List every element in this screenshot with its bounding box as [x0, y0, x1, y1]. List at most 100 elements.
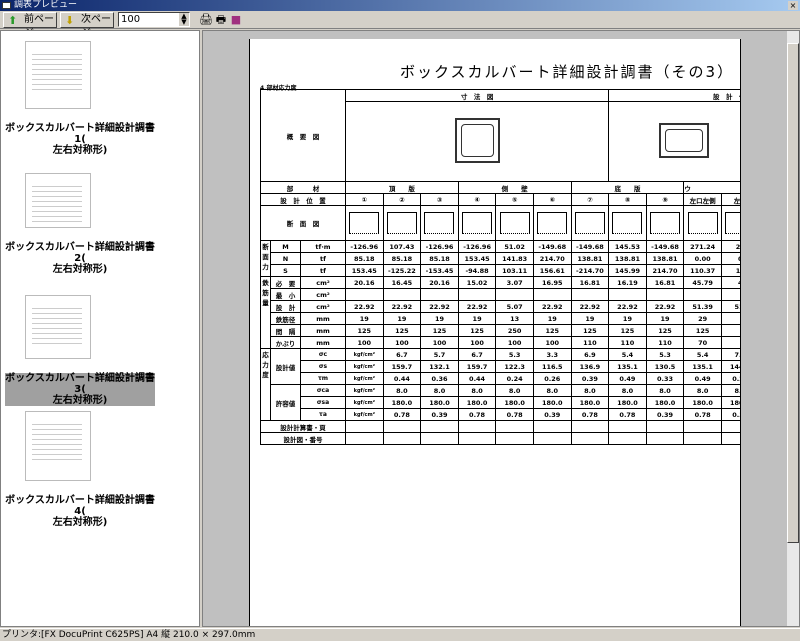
overview-label: 概 要 図 — [260, 89, 346, 182]
row-unit: tf — [300, 252, 346, 265]
thumbnail-item[interactable]: ボックスカルバート詳細設計調書3(左右対称形) — [1, 293, 199, 413]
value-cell: 85.18 — [382, 252, 422, 265]
value-cell: 125 — [683, 324, 722, 337]
calc-page-row-label: 設計計算書・頁 — [260, 420, 346, 433]
section-cell — [345, 205, 384, 241]
thumbnail-label[interactable]: ボックスカルバート詳細設計調書2(左右対称形) — [5, 242, 155, 275]
value-cell: 45.79 — [683, 276, 722, 289]
value-cell: 19 — [457, 312, 497, 325]
thumbnail-page-image[interactable] — [25, 173, 91, 228]
value-cell: -149.68 — [570, 240, 610, 253]
value-cell: 3.07 — [495, 276, 534, 289]
next-page-button[interactable]: ⬇次ページ — [60, 12, 114, 39]
thumbnail-item[interactable]: ボックスカルバート詳細設計調書1(左右対称形) — [1, 39, 199, 159]
value-cell: 22.92 — [645, 300, 685, 313]
section-cell — [683, 205, 722, 241]
row-subgroup-label: 設計値 — [270, 348, 301, 385]
thumbnail-page-image[interactable] — [25, 411, 91, 481]
value-cell: 22.92 — [345, 300, 384, 313]
value-cell — [608, 420, 647, 433]
section-cell — [420, 205, 459, 241]
value-cell: 0.78 — [608, 408, 647, 421]
section-drawing — [499, 212, 530, 234]
dimension-drawing-cell — [344, 101, 610, 182]
value-cell: 180.0 — [532, 396, 572, 409]
value-cell: 8.0 — [532, 384, 572, 397]
table-row: τa kgf/cm² 0.78 0.39 0.78 0.78 0.39 0.78 0.78 0.3… — [261, 408, 768, 421]
thumbnail-page-image[interactable] — [25, 295, 91, 359]
row-unit: tf·m — [300, 240, 346, 253]
row-name: S — [270, 264, 301, 277]
value-cell: 125 — [382, 324, 422, 337]
row-name: τm — [300, 372, 346, 385]
value-cell: 153.45 — [345, 264, 384, 277]
value-cell: 6.7 — [457, 348, 497, 361]
value-cell: 122.3 — [495, 360, 534, 373]
value-cell: 85.18 — [420, 252, 459, 265]
value-cell: 159.7 — [382, 360, 422, 373]
printer-icon[interactable]: 🖶 — [214, 12, 228, 27]
scrollbar-thumb[interactable] — [787, 43, 799, 543]
position-header: 設 計 位 置 — [608, 89, 760, 102]
value-cell — [457, 420, 497, 433]
value-cell: 180.0 — [382, 396, 422, 409]
value-cell: 5.4 — [608, 348, 647, 361]
value-cell: 145.53 — [608, 240, 647, 253]
print-setup-icon[interactable]: 🖨 — [199, 12, 213, 27]
preview-area: ボックスカルバート詳細設計調書（その3） 4.部材応力度 概 要 図寸 法 図設… — [202, 30, 800, 627]
value-cell — [420, 420, 459, 433]
value-cell — [683, 420, 722, 433]
document-page: ボックスカルバート詳細設計調書（その3） 4.部材応力度 概 要 図寸 法 図設… — [249, 39, 789, 626]
zoom-input[interactable]: 100 ▲ ▼ — [118, 12, 190, 27]
vertical-scrollbar[interactable] — [787, 31, 799, 626]
app-icon — [2, 2, 11, 9]
drawing-number-row-label: 設計図・番号 — [260, 432, 346, 445]
value-cell: 16.45 — [382, 276, 422, 289]
position-cell: ④ — [457, 193, 497, 206]
section-drawing — [386, 212, 417, 234]
overview-row: 概 要 図寸 法 図設 計 位 置 — [260, 89, 768, 182]
position-cell: ⑥ — [532, 193, 572, 206]
section-drawing — [537, 212, 568, 234]
value-cell — [532, 420, 572, 433]
close-button[interactable]: × — [788, 1, 798, 10]
value-cell: 110 — [570, 336, 610, 349]
value-cell: 6.9 — [570, 348, 610, 361]
thumbnail-item[interactable]: ボックスカルバート詳細設計調書4(左右対称形) — [1, 409, 199, 529]
value-cell: 0.44 — [382, 372, 422, 385]
value-cell: 145.99 — [608, 264, 647, 277]
prev-page-button[interactable]: ⬆前ページ — [3, 12, 57, 39]
value-cell: 180.0 — [457, 396, 497, 409]
section-drawing — [424, 212, 455, 234]
thumbnail-label[interactable]: ボックスカルバート詳細設計調書1(左右対称形) — [5, 123, 155, 156]
value-cell: -94.88 — [457, 264, 497, 277]
thumbnail-page-image[interactable] — [25, 41, 91, 109]
value-cell: 0.78 — [457, 408, 497, 421]
value-cell: 125 — [608, 324, 647, 337]
position-drawing-cell — [608, 101, 760, 182]
row-name: τa — [300, 408, 346, 421]
value-cell — [495, 432, 534, 445]
value-cell — [645, 288, 685, 301]
table-row: Stf 153.45 -125.22 -153.45 -94.88 103.11 156.6… — [261, 264, 768, 277]
value-cell: 19 — [570, 312, 610, 325]
value-cell: 180.0 — [495, 396, 534, 409]
book-icon[interactable]: ■ — [229, 12, 243, 27]
value-cell: 135.1 — [608, 360, 647, 373]
thumbnail-label[interactable]: ボックスカルバート詳細設計調書4(左右対称形) — [5, 495, 155, 528]
value-cell: 22.92 — [457, 300, 497, 313]
value-cell: 0.78 — [570, 408, 610, 421]
value-cell: 5.4 — [683, 348, 722, 361]
thumbnail-item[interactable]: ボックスカルバート詳細設計調書2(左右対称形) — [1, 171, 199, 291]
value-cell — [382, 288, 422, 301]
value-cell — [495, 288, 534, 301]
thumbnail-label-line2: 左右対称形) — [52, 264, 108, 275]
section-cell — [495, 205, 534, 241]
value-cell — [382, 420, 422, 433]
row-unit: mm — [300, 324, 346, 337]
zoom-spinner[interactable]: ▲ ▼ — [179, 13, 189, 26]
section-drawing — [574, 212, 605, 234]
value-cell: 8.0 — [570, 384, 610, 397]
thumbnail-label[interactable]: ボックスカルバート詳細設計調書3(左右対称形) — [5, 373, 155, 406]
value-cell: 3.3 — [532, 348, 572, 361]
